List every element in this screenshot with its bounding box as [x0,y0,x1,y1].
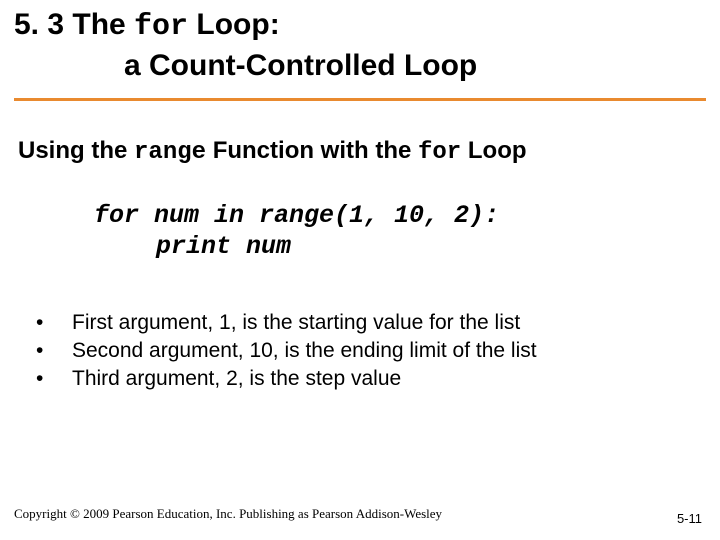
title-line-1: 5. 3 The for Loop: [14,6,706,47]
title-underline [14,98,706,101]
title-post: Loop: [188,8,280,41]
title-code-for: for [134,10,188,44]
title-pre: 5. 3 The [14,8,134,41]
list-item: • Second argument, 10, is the ending lim… [36,337,700,365]
slide: 5. 3 The for Loop: a Count-Controlled Lo… [0,0,720,540]
subtitle: Using the range Function with the for Lo… [0,137,720,166]
code-example: for num in range(1, 10, 2): print num [0,200,720,263]
copyright-text: Copyright © 2009 Pearson Education, Inc.… [14,506,442,522]
bullet-text: Second argument, 10, is the ending limit… [72,337,537,365]
bullet-text: First argument, 1, is the starting value… [72,309,520,337]
page-number: 5-11 [677,511,702,526]
bullet-icon: • [36,309,42,337]
code-line-1: for num in range(1, 10, 2): [94,200,720,231]
bullet-text: Third argument, 2, is the step value [72,365,401,393]
title-line-2: a Count-Controlled Loop [14,47,706,85]
list-item: • First argument, 1, is the starting val… [36,309,700,337]
code-line-2: print num [94,231,720,262]
bullet-list: • First argument, 1, is the starting val… [0,309,720,394]
slide-title: 5. 3 The for Loop: a Count-Controlled Lo… [0,0,720,101]
list-item: • Third argument, 2, is the step value [36,365,700,393]
bullet-icon: • [36,337,42,365]
subtitle-pre: Using the [18,137,134,164]
subtitle-code-for: for [418,139,461,166]
subtitle-code-range: range [134,139,206,166]
subtitle-mid: Function with the [206,137,418,164]
bullet-icon: • [36,365,42,393]
subtitle-post: Loop [461,137,526,164]
